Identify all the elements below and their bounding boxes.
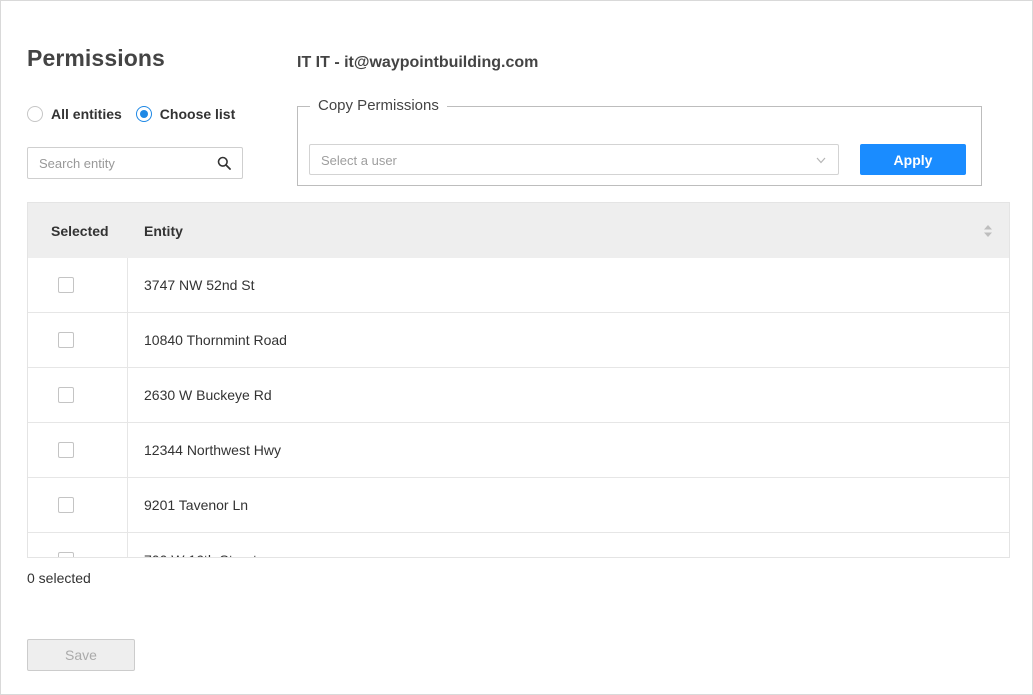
column-header-selected: Selected — [51, 222, 109, 239]
row-checkbox[interactable] — [58, 387, 74, 403]
radio-label: Choose list — [159, 106, 236, 122]
column-header-entity[interactable]: Entity — [128, 223, 183, 239]
entity-table: Selected Entity 3747 NW 52nd St 10840 Th… — [27, 202, 1010, 558]
table-header: Selected Entity — [28, 203, 1009, 258]
chevron-down-icon — [816, 157, 826, 164]
row-checkbox[interactable] — [58, 442, 74, 458]
entity-cell: 3747 NW 52nd St — [144, 277, 255, 293]
table-row: 700 W 16th Street — [28, 533, 1009, 557]
selected-count: 0 selected — [27, 570, 91, 586]
search-icon[interactable] — [217, 156, 231, 170]
selected-cell — [28, 423, 128, 477]
table-row: 9201 Tavenor Ln — [28, 478, 1009, 533]
selected-cell — [28, 313, 128, 367]
selected-cell — [28, 478, 128, 532]
user-select-dropdown[interactable]: Select a user — [309, 144, 839, 175]
radio-label: All entities — [51, 106, 122, 122]
copy-permissions-legend: Copy Permissions — [310, 97, 447, 114]
entity-cell: 9201 Tavenor Ln — [144, 497, 249, 513]
permissions-panel: Permissions IT IT - it@waypointbuilding.… — [0, 0, 1033, 695]
radio-button-selected[interactable] — [135, 106, 152, 122]
entity-cell: 2630 W Buckeye Rd — [144, 387, 272, 403]
row-checkbox[interactable] — [58, 277, 74, 293]
sort-icon[interactable] — [983, 224, 993, 238]
selected-cell — [28, 258, 128, 312]
radio-choose-list[interactable]: Choose list — [135, 106, 236, 122]
table-row: 3747 NW 52nd St — [28, 258, 1009, 313]
entity-cell: 700 W 16th Street — [128, 533, 1009, 557]
select-placeholder: Select a user — [321, 153, 397, 168]
row-checkbox[interactable] — [58, 497, 74, 513]
copy-permissions-fieldset: Copy Permissions Select a user Apply — [297, 97, 982, 186]
row-checkbox[interactable] — [58, 552, 74, 557]
save-button[interactable]: Save — [27, 639, 135, 671]
page-title: Permissions — [27, 45, 165, 71]
search-entity-box — [27, 147, 243, 179]
selected-cell — [28, 533, 128, 557]
entity-cell: 10840 Thornmint Road — [144, 332, 287, 348]
table-row: 10840 Thornmint Road — [28, 313, 1009, 368]
search-input[interactable] — [28, 148, 204, 178]
table-row: 2630 W Buckeye Rd — [28, 368, 1009, 423]
entity-cell: 12344 Northwest Hwy — [144, 442, 281, 458]
radio-all-entities[interactable]: All entities — [27, 106, 122, 122]
user-identity: IT IT - it@waypointbuilding.com — [297, 54, 539, 71]
row-checkbox[interactable] — [58, 332, 74, 348]
entity-scope-radio-group: All entities Choose list — [27, 106, 249, 122]
apply-button[interactable]: Apply — [860, 144, 966, 175]
radio-button[interactable] — [27, 106, 43, 122]
table-row: 12344 Northwest Hwy — [28, 423, 1009, 478]
selected-cell — [28, 368, 128, 422]
